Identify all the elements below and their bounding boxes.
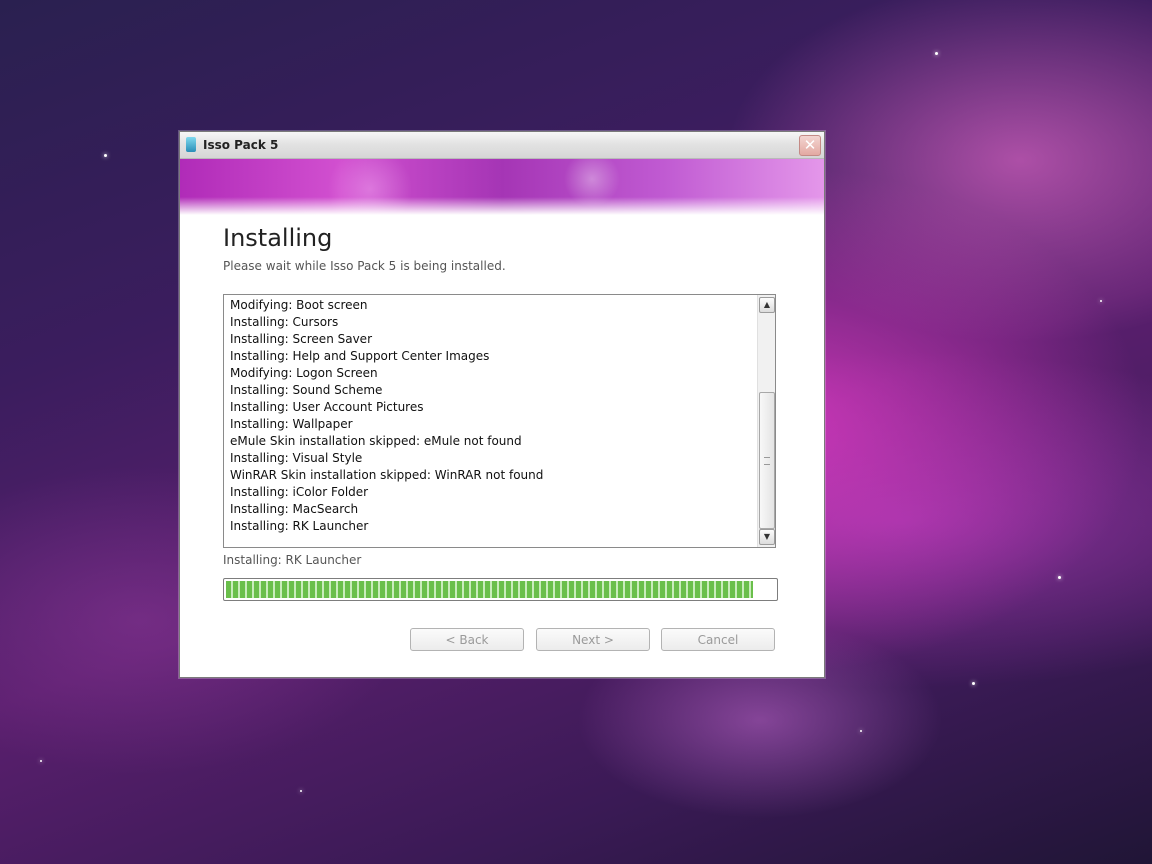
star-decoration <box>300 790 302 792</box>
log-line: Installing: Cursors <box>230 315 339 329</box>
current-status: Installing: RK Launcher <box>223 553 362 567</box>
log-line: Installing: RK Launcher <box>230 519 369 533</box>
back-button[interactable]: < Back <box>410 628 524 651</box>
log-line: Installing: Screen Saver <box>230 332 372 346</box>
close-button[interactable]: ✕ <box>799 135 821 156</box>
close-icon: ✕ <box>803 136 817 154</box>
page-subtitle: Please wait while Isso Pack 5 is being i… <box>223 259 506 273</box>
header-banner <box>180 159 824 215</box>
log-line: Installing: Help and Support Center Imag… <box>230 349 490 363</box>
title-bar[interactable]: Isso Pack 5 ✕ <box>180 132 824 159</box>
scroll-thumb[interactable] <box>759 392 775 529</box>
star-decoration <box>1058 576 1061 579</box>
next-button[interactable]: Next > <box>536 628 650 651</box>
star-decoration <box>1100 300 1102 302</box>
log-line: WinRAR Skin installation skipped: WinRAR… <box>230 468 544 482</box>
installer-window: Isso Pack 5 ✕ Installing Please wait whi… <box>179 131 825 678</box>
install-log[interactable]: Modifying: Boot screen Installing: Cursor… <box>223 294 776 548</box>
log-line: Modifying: Logon Screen <box>230 366 378 380</box>
scroll-up-icon: ▲ <box>763 300 771 309</box>
scroll-down-button[interactable]: ▼ <box>759 529 775 545</box>
install-progress-bar <box>223 578 778 601</box>
page-title: Installing <box>223 224 333 252</box>
log-line: Modifying: Boot screen <box>230 298 368 312</box>
log-line: Installing: User Account Pictures <box>230 400 424 414</box>
star-decoration <box>40 760 42 762</box>
star-decoration <box>104 154 107 157</box>
log-line: Installing: Visual Style <box>230 451 363 465</box>
log-scrollbar[interactable]: ▲ ▼ <box>757 295 775 547</box>
window-title: Isso Pack 5 <box>203 138 279 152</box>
scroll-grip-icon <box>764 457 770 465</box>
cancel-button[interactable]: Cancel <box>661 628 775 651</box>
log-line: Installing: Wallpaper <box>230 417 353 431</box>
install-log-lines: Modifying: Boot screen Installing: Cursor… <box>230 297 750 535</box>
installer-app-icon <box>186 137 196 152</box>
log-line: eMule Skin installation skipped: eMule n… <box>230 434 522 448</box>
progress-fill <box>226 581 753 598</box>
star-decoration <box>860 730 862 732</box>
log-line: Installing: Sound Scheme <box>230 383 383 397</box>
scroll-up-button[interactable]: ▲ <box>759 297 775 313</box>
log-line: Installing: MacSearch <box>230 502 359 516</box>
star-decoration <box>935 52 938 55</box>
scroll-down-icon: ▼ <box>763 532 771 541</box>
star-decoration <box>972 682 975 685</box>
log-line: Installing: iColor Folder <box>230 485 369 499</box>
